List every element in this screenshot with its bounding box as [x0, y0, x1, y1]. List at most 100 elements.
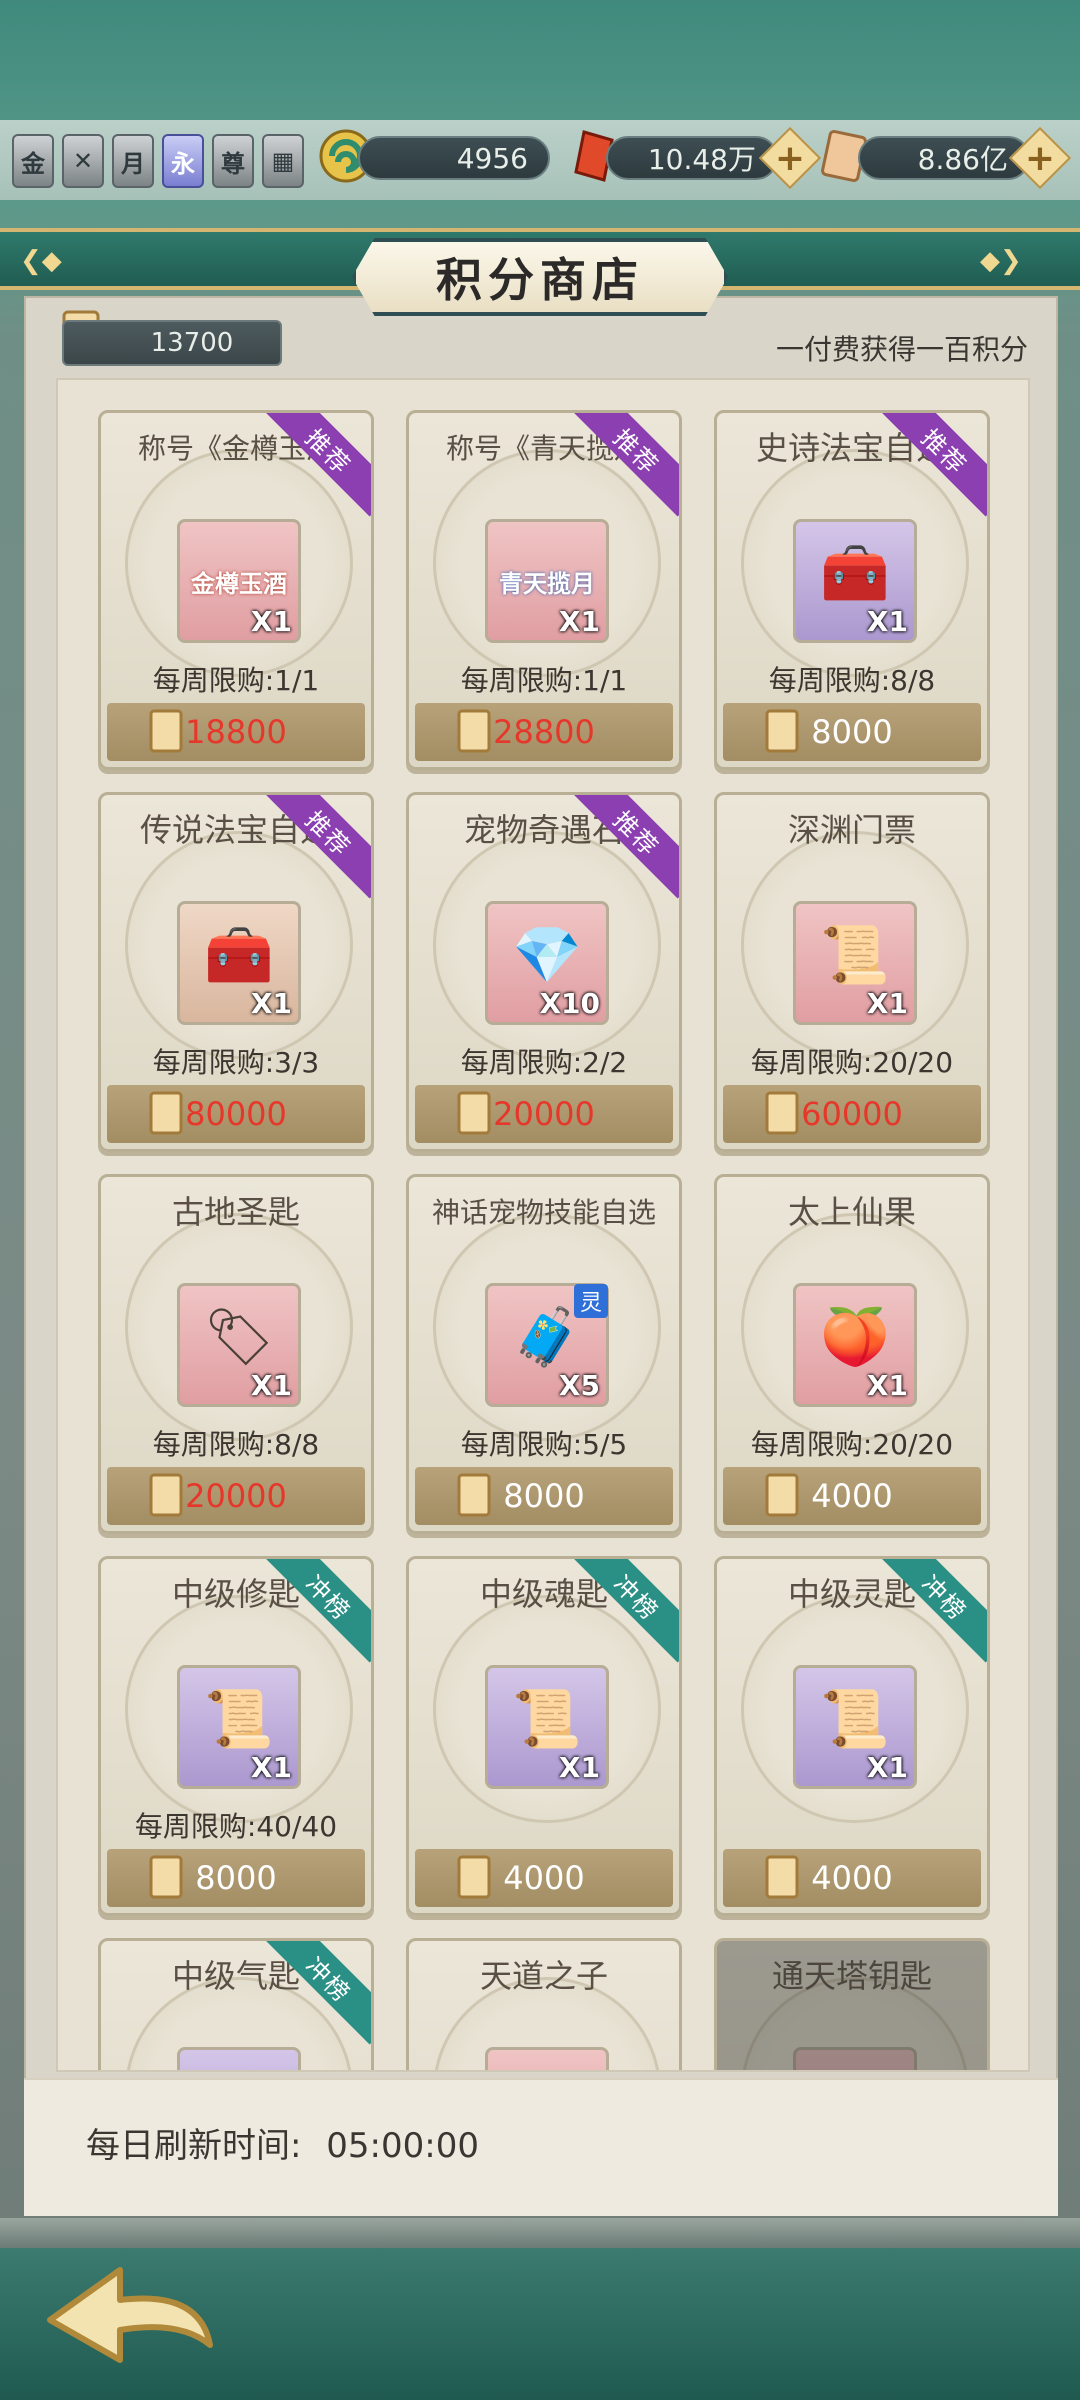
price-button[interactable]: 4000	[723, 1467, 981, 1525]
shop-item-locked[interactable]: 通天塔钥匙	[714, 1938, 990, 2070]
spirit-key-icon: 📜	[820, 1687, 890, 1752]
chest-icon: 🧰	[204, 923, 274, 988]
purchase-limit: 每周限购:1/1	[460, 664, 628, 697]
price-scroll-icon	[457, 709, 491, 753]
fruit-thumb: 🍑 X1	[793, 1283, 917, 1407]
purchase-limit: 每周限购:40/40	[134, 1810, 338, 1843]
item-quantity: X5	[558, 1369, 600, 1402]
item-quantity: X1	[250, 605, 292, 638]
badge-cross[interactable]: ✕	[62, 134, 104, 188]
chest-icon: 🧰	[820, 541, 890, 606]
shop-item[interactable]: 史诗法宝自选 推荐 🧰 X1 每周限购:8/8 8000	[714, 410, 990, 770]
scroll-ticket-icon: 📜	[820, 923, 890, 988]
badge-noble[interactable]: 尊	[212, 134, 254, 188]
key-scroll-icon: 📜	[204, 1687, 274, 1752]
item-name: 古地圣匙	[171, 1193, 300, 1231]
purchase-limit: 每周限购:3/3	[152, 1046, 320, 1079]
stone-thumb: 💎 X10	[485, 901, 609, 1025]
shop-item[interactable]: 太上仙果 🍑 X1 每周限购:20/20 4000	[714, 1174, 990, 1534]
shop-item[interactable]: 宠物奇遇石 推荐 💎 X10 每周限购:2/2 20000	[406, 792, 682, 1152]
shop-item[interactable]: 中级气匙 冲榜	[98, 1938, 374, 2070]
price-button[interactable]: 20000	[107, 1467, 365, 1525]
item-grid: 称号《金樽玉酒 推荐 金樽玉酒 X1 每周限购:1/1 18800 称号《青天揽…	[56, 378, 1030, 2072]
thumb-label: 青天揽月	[499, 570, 595, 598]
price-button[interactable]: 20000	[415, 1085, 673, 1143]
price-button[interactable]: 18800	[107, 703, 365, 761]
price-button[interactable]: 28800	[415, 703, 673, 761]
item-quantity: X1	[250, 1369, 292, 1402]
price-scroll-icon	[149, 709, 183, 753]
shop-item[interactable]: 深渊门票 📜 X1 每周限购:20/20 60000	[714, 792, 990, 1152]
price-scroll-icon	[765, 1091, 799, 1135]
badge-moon[interactable]: 月	[112, 134, 154, 188]
immortal-fruit-icon: 🍑	[820, 1305, 890, 1370]
item-price: 4000	[811, 1477, 893, 1515]
shop-item[interactable]: 天道之子	[406, 1938, 682, 2070]
price-scroll-icon	[457, 1855, 491, 1899]
key-scroll-thumb: 📜 X1	[177, 1665, 301, 1789]
shop-item[interactable]: 称号《青天揽月 推荐 青天揽月 X1 每周限购:1/1 28800	[406, 410, 682, 770]
badge-gold[interactable]: 金	[12, 134, 54, 188]
ticket-thumb: 📜 X1	[793, 901, 917, 1025]
locked-overlay	[717, 1941, 987, 2070]
refresh-value: 05:00:00	[326, 2126, 479, 2166]
item-price: 4000	[811, 1859, 893, 1897]
shop-item[interactable]: 中级魂匙 冲榜 📜 X1 4000	[406, 1556, 682, 1916]
item-quantity: X1	[558, 1751, 600, 1784]
price-button[interactable]: 8000	[107, 1849, 365, 1907]
item-name: 天道之子	[479, 1957, 608, 1995]
price-scroll-icon	[149, 1855, 183, 1899]
shop-item[interactable]: 神话宠物技能自选 🧳 灵 X5 每周限购:5/5 8000	[406, 1174, 682, 1534]
price-scroll-icon	[149, 1091, 183, 1135]
jade-amount: 4956	[358, 136, 550, 180]
purchase-limit: 每周限购:20/20	[750, 1046, 954, 1079]
item-quantity: X1	[250, 1751, 292, 1784]
item-price: 28800	[493, 713, 595, 751]
banner-ornament-right: ◆❯	[980, 246, 1022, 276]
treasure-chest-thumb: 🧰 X1	[793, 519, 917, 643]
item-quantity: X1	[866, 1369, 908, 1402]
refresh-label: 每日刷新时间:	[86, 2126, 302, 2166]
purchase-limit: 每周限购:20/20	[750, 1428, 954, 1461]
item-price: 20000	[185, 1477, 287, 1515]
points-tip: 一付费获得一百积分	[775, 333, 1028, 366]
back-arrow-icon[interactable]	[30, 2250, 230, 2390]
price-scroll-icon	[457, 1091, 491, 1135]
key-scroll-thumb: 📜 X1	[793, 1665, 917, 1789]
item-name: 深渊门票	[787, 811, 916, 849]
price-scroll-icon	[765, 1473, 799, 1517]
chest-thumb: 🧳 灵 X5	[485, 1283, 609, 1407]
price-button[interactable]: 8000	[723, 703, 981, 761]
item-price: 4000	[503, 1859, 585, 1897]
badge-eternal[interactable]: 永	[162, 134, 204, 188]
shop-item[interactable]: 传说法宝自选 推荐 🧰 X1 每周限购:3/3 80000	[98, 792, 374, 1152]
spirit-corner-badge: 灵	[574, 1284, 608, 1318]
shop-item[interactable]: 中级修匙 冲榜 📜 X1 每周限购:40/40 8000	[98, 1556, 374, 1916]
shop-item[interactable]: 中级灵匙 冲榜 📜 X1 4000	[714, 1556, 990, 1916]
item-price: 18800	[185, 713, 287, 751]
price-scroll-icon	[765, 709, 799, 753]
purchase-limit: 每周限购:8/8	[768, 664, 936, 697]
price-button[interactable]: 60000	[723, 1085, 981, 1143]
item-price: 8000	[503, 1477, 585, 1515]
price-button[interactable]: 4000	[415, 1849, 673, 1907]
shop-item[interactable]: 称号《金樽玉酒 推荐 金樽玉酒 X1 每周限购:1/1 18800	[98, 410, 374, 770]
price-scroll-icon	[149, 1473, 183, 1517]
scroll-amount: 8.86亿	[858, 136, 1030, 180]
price-button[interactable]: 4000	[723, 1849, 981, 1907]
treasure-chest-thumb: 🧰 X1	[177, 901, 301, 1025]
key-thumb: 🏷 X1	[177, 1283, 301, 1407]
tag-key-icon: 🏷	[203, 1305, 275, 1370]
badge-card[interactable]: ▦	[262, 134, 304, 188]
price-button[interactable]: 8000	[415, 1467, 673, 1525]
price-button[interactable]: 80000	[107, 1085, 365, 1143]
soul-key-icon: 📜	[512, 1687, 582, 1752]
plus-icon: +	[774, 137, 806, 179]
purchase-limit: 每周限购:8/8	[152, 1428, 320, 1461]
item-price: 8000	[811, 713, 893, 751]
shop-item[interactable]: 古地圣匙 🏷 X1 每周限购:8/8 20000	[98, 1174, 374, 1534]
crystal-stone-icon: 💎	[512, 923, 582, 988]
item-name: 太上仙果	[787, 1193, 916, 1231]
plus-icon: +	[1024, 137, 1056, 179]
banner-ornament-left: ❮◆	[20, 246, 62, 276]
